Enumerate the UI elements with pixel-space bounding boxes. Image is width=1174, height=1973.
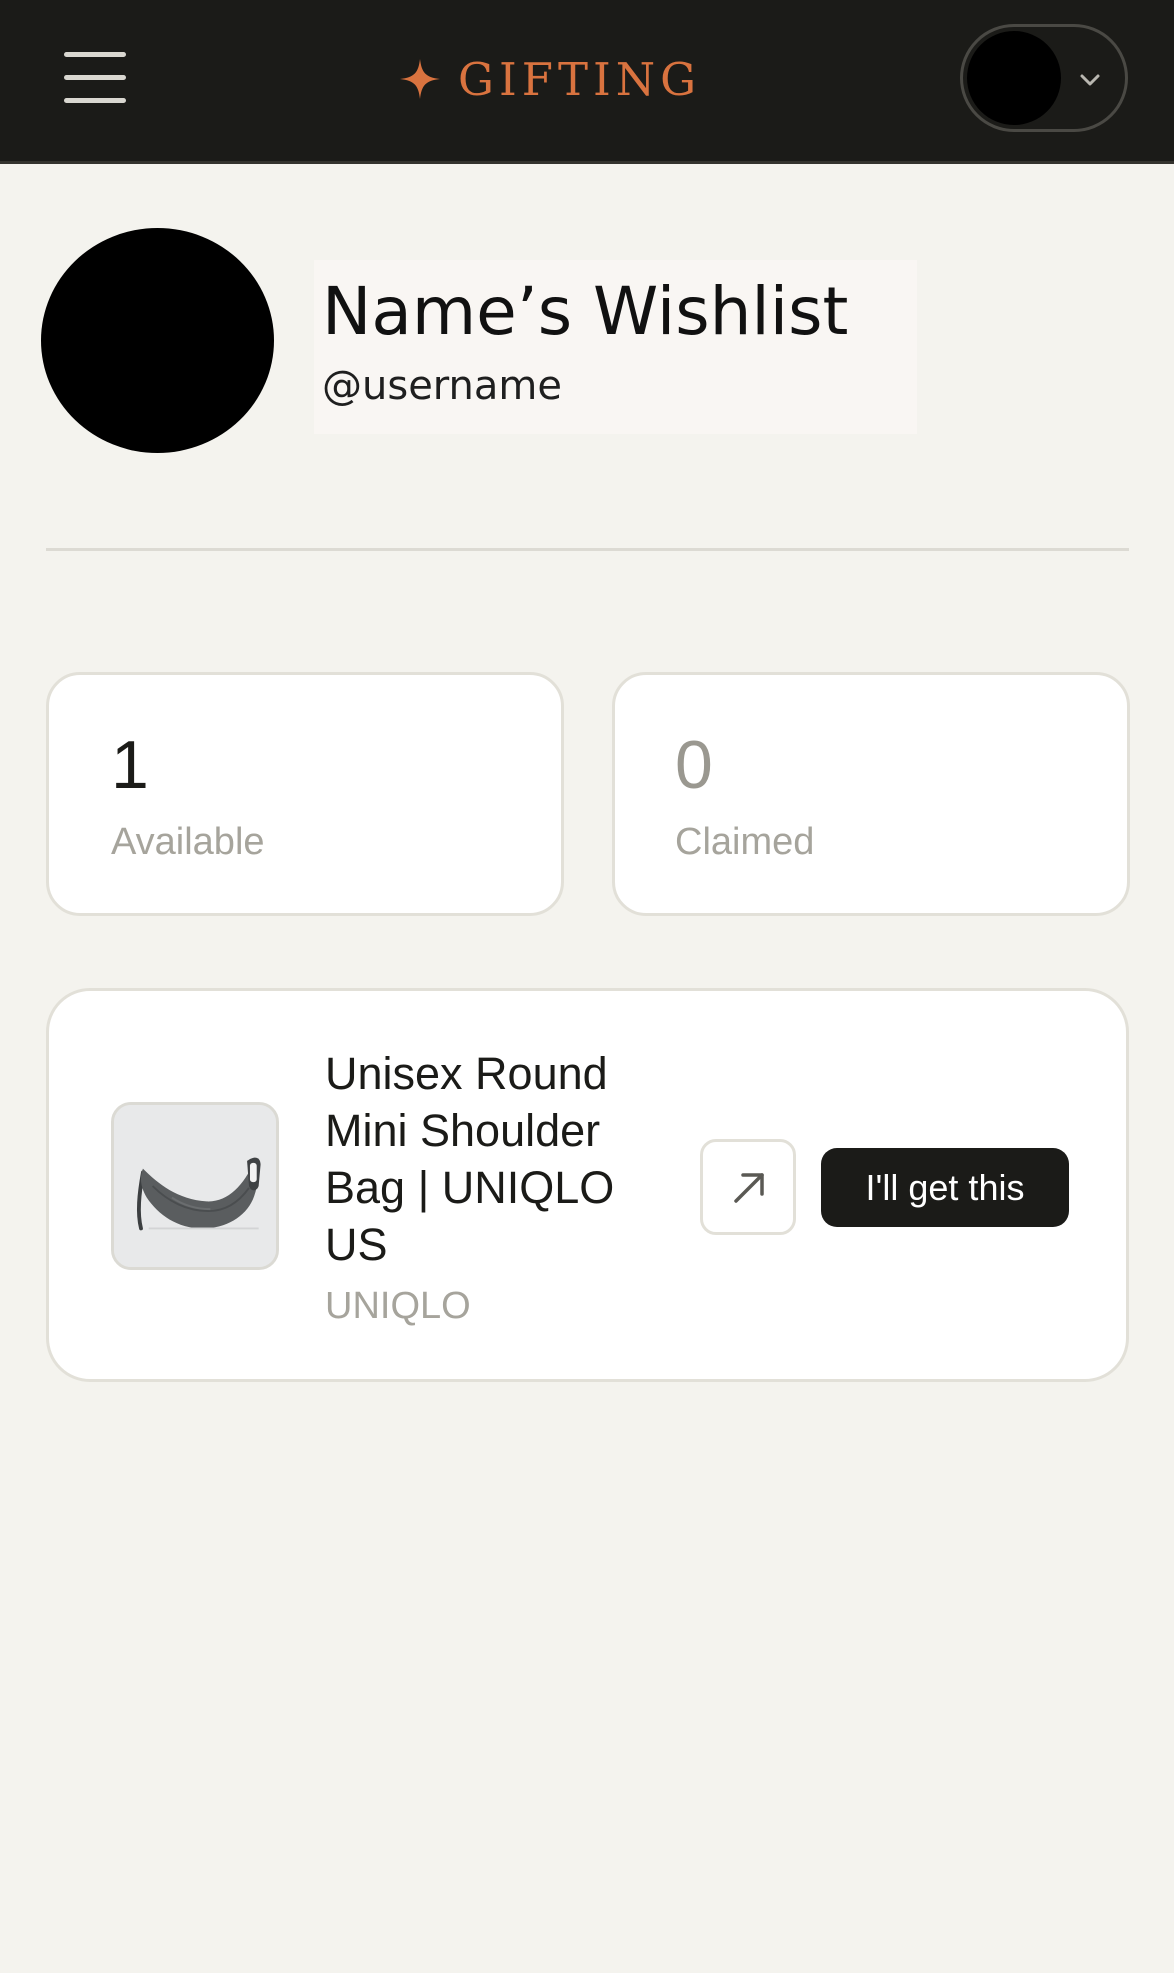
item-title[interactable]: Unisex Round Mini Shoulder Bag | UNIQLO … (325, 1045, 655, 1273)
available-count: 1 (111, 727, 149, 803)
sparkle-star-icon (400, 59, 440, 99)
available-stat-card[interactable]: 1 Available (46, 672, 564, 916)
chevron-down-icon (1080, 74, 1100, 86)
brand-name: GIFTING (458, 52, 702, 106)
profile-avatar (41, 228, 274, 453)
account-menu-toggle[interactable] (960, 24, 1128, 132)
account-avatar (967, 31, 1061, 125)
item-thumbnail (111, 1102, 279, 1270)
hamburger-menu-icon[interactable] (64, 52, 126, 104)
top-navigation-bar: GIFTING (0, 0, 1174, 164)
claim-item-button[interactable]: I'll get this (821, 1148, 1069, 1227)
arrow-up-right-icon (734, 1173, 764, 1203)
profile-username: @username (322, 363, 562, 409)
claimed-label: Claimed (675, 821, 815, 863)
open-item-link-button[interactable] (700, 1139, 796, 1235)
item-store: UNIQLO (325, 1285, 471, 1327)
section-divider (46, 548, 1129, 551)
wishlist-title: Name’s Wishlist (322, 273, 849, 350)
claimed-count: 0 (675, 727, 713, 803)
available-label: Available (111, 821, 265, 863)
shoulder-bag-image (114, 1105, 276, 1267)
profile-info: Name’s Wishlist @username (314, 260, 917, 434)
wishlist-item-card: Unisex Round Mini Shoulder Bag | UNIQLO … (46, 988, 1129, 1382)
brand-logo[interactable]: GIFTING (398, 48, 701, 110)
claimed-stat-card[interactable]: 0 Claimed (612, 672, 1130, 916)
